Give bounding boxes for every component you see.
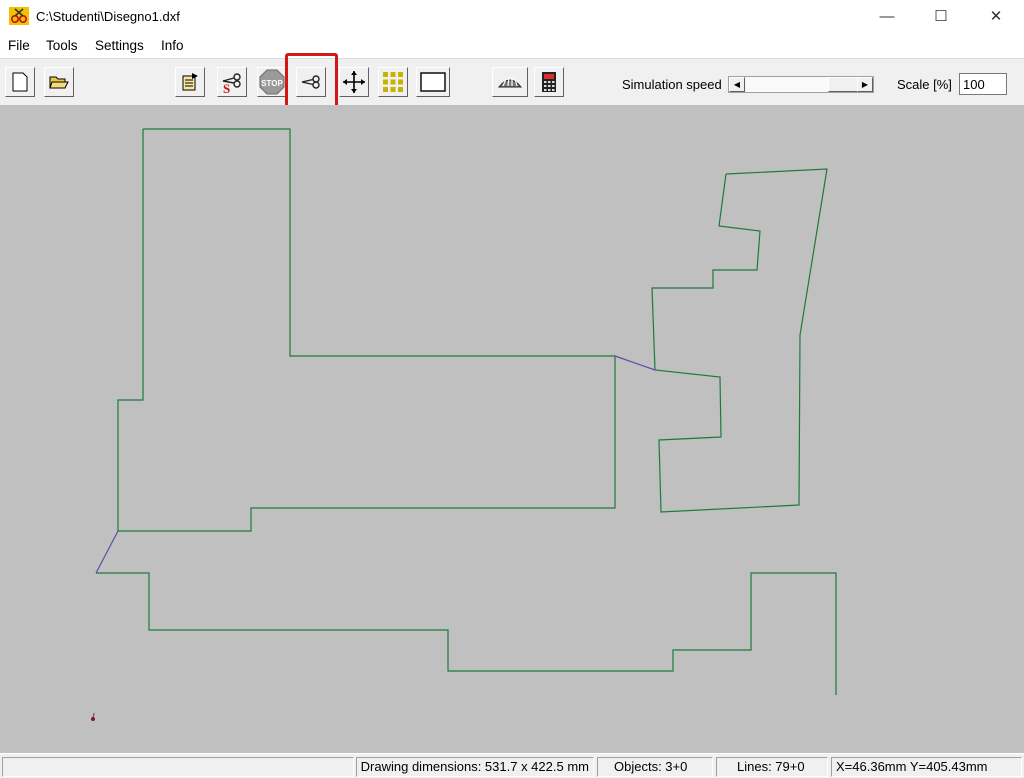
stop-sign-icon: STOP bbox=[259, 69, 285, 95]
stop-button[interactable]: STOP bbox=[257, 67, 287, 97]
cut-path-part-3 bbox=[96, 572, 837, 695]
menu-info[interactable]: Info bbox=[161, 38, 184, 53]
grid-icon bbox=[383, 72, 403, 92]
rectangle-icon bbox=[420, 72, 446, 92]
status-drawing-dimensions-text: Drawing dimensions: 531.7 x 422.5 mm bbox=[360, 759, 589, 774]
scale-label: Scale [%] bbox=[897, 77, 952, 92]
new-file-button[interactable] bbox=[5, 67, 35, 97]
new-document-icon bbox=[12, 72, 28, 92]
maximize-button[interactable]: ☐ bbox=[918, 0, 964, 32]
slider-left-arrow-icon[interactable]: ◀ bbox=[729, 77, 745, 92]
simulation-speed-label: Simulation speed bbox=[622, 77, 722, 92]
calculator-icon bbox=[542, 72, 556, 92]
move-arrows-icon bbox=[343, 71, 365, 93]
scissors-s-icon: S bbox=[222, 73, 241, 94]
start-point-marker bbox=[91, 717, 95, 721]
app-scissors-icon bbox=[9, 7, 29, 25]
status-bar: Drawing dimensions: 531.7 x 422.5 mm Obj… bbox=[0, 753, 1024, 778]
grid-button[interactable] bbox=[378, 67, 408, 97]
machine-button[interactable] bbox=[492, 67, 528, 97]
close-button[interactable]: ✕ bbox=[973, 0, 1019, 32]
export-document-icon bbox=[182, 73, 198, 91]
close-icon: ✕ bbox=[989, 8, 1003, 25]
machine-icon bbox=[497, 76, 523, 88]
cut-path-part-1 bbox=[117, 128, 616, 532]
frame-button[interactable] bbox=[416, 67, 450, 97]
status-objects: Objects: 3+0 bbox=[597, 757, 713, 777]
highlight-box bbox=[285, 53, 338, 108]
maximize-icon: ☐ bbox=[934, 8, 948, 25]
slider-thumb[interactable] bbox=[827, 77, 858, 92]
cut-path-part-2 bbox=[651, 168, 828, 513]
travel-path-1 bbox=[614, 355, 656, 371]
svg-text:STOP: STOP bbox=[261, 79, 283, 88]
open-folder-icon bbox=[49, 76, 69, 89]
window-title: C:\Studenti\Disegno1.dxf bbox=[36, 9, 180, 24]
slider-right-arrow-icon[interactable]: ▶ bbox=[857, 77, 873, 92]
open-file-button[interactable] bbox=[44, 67, 74, 97]
menu-file[interactable]: File bbox=[8, 38, 30, 53]
travel-path-2 bbox=[95, 530, 119, 574]
status-coordinates: X=46.36mm Y=405.43mm bbox=[831, 757, 1022, 777]
toolbar: S STOP Simulation speed ◀ ▶ Scale [%] bbox=[0, 58, 1024, 106]
svg-text:S: S bbox=[223, 81, 230, 94]
minimize-button[interactable]: — bbox=[864, 0, 910, 32]
drawing-svg bbox=[91, 128, 837, 721]
calculator-button[interactable] bbox=[534, 67, 564, 97]
status-drawing-dimensions: Drawing dimensions: 531.7 x 422.5 mm bbox=[356, 757, 594, 777]
title-bar: C:\Studenti\Disegno1.dxf — ☐ ✕ bbox=[0, 0, 1024, 34]
simulate-cut-button[interactable]: S bbox=[217, 67, 247, 97]
menu-tools[interactable]: Tools bbox=[46, 38, 78, 53]
move-button[interactable] bbox=[339, 67, 369, 97]
menu-settings[interactable]: Settings bbox=[95, 38, 144, 53]
simulation-speed-slider[interactable]: ◀ ▶ bbox=[728, 76, 874, 93]
minimize-icon: — bbox=[879, 7, 895, 25]
export-button[interactable] bbox=[175, 67, 205, 97]
menu-bar: File Tools Settings Info bbox=[0, 34, 1024, 58]
status-lines: Lines: 79+0 bbox=[716, 757, 828, 777]
scale-input[interactable] bbox=[959, 73, 1007, 95]
drawing-canvas[interactable] bbox=[0, 105, 1024, 753]
status-field-empty bbox=[2, 757, 354, 777]
